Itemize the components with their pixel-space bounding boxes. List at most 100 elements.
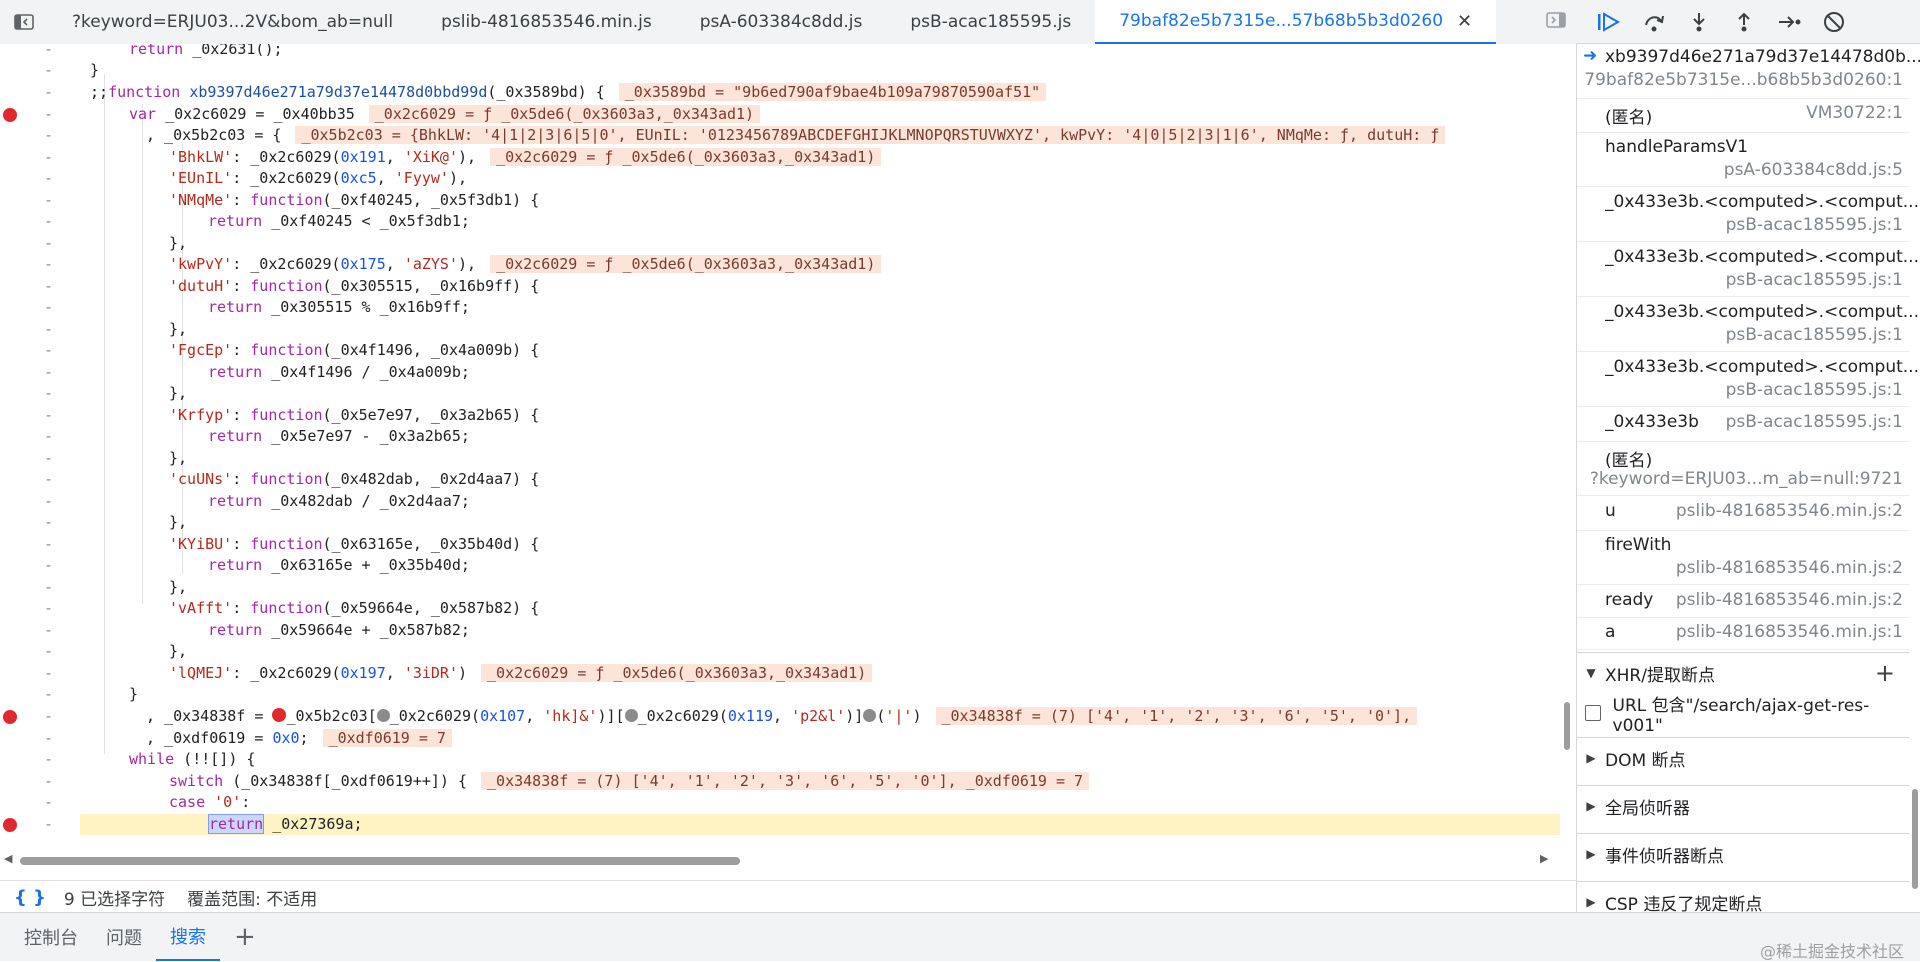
sidebar-toggle-icon[interactable] <box>0 0 48 44</box>
code-line[interactable]: - , _0x5b2c03 = {_0x5b2c03 = {BhkLW: '4|… <box>0 125 1560 146</box>
code-line[interactable]: - 'KYiBU': function(_0x63165e, _0x35b40d… <box>0 534 1560 555</box>
call-frame[interactable]: _0x433e3b.<computed>.<comput... psB-acac… <box>1577 244 1919 297</box>
section-xhr-breakpoints[interactable]: ▼ XHR/提取断点 + <box>1577 652 1909 693</box>
breakpoint-marker[interactable] <box>3 710 17 724</box>
call-frame[interactable]: (匿名) VM30722:1 <box>1577 100 1909 133</box>
step-out-icon[interactable] <box>1721 4 1766 40</box>
add-tab-button[interactable]: + <box>220 913 270 961</box>
current-execution-line[interactable]: return _0x27369a; <box>80 814 1560 835</box>
frame-location[interactable]: psA-603384c8dd.js:5 <box>1724 160 1903 180</box>
call-frame[interactable]: ➜ xb9397d46e271a79d37e14478d0b... 79baf8… <box>1577 44 1920 99</box>
scroll-left-icon[interactable]: ◀ <box>4 852 12 865</box>
code-line[interactable]: - ;;function xb9397d46e271a79d37e14478d0… <box>0 82 1560 103</box>
call-frame[interactable]: _0x433e3b psB-acac185595.js:1 <box>1577 409 1909 442</box>
editor-horizontal-scrollbar[interactable]: ◀ ▶ <box>0 852 1576 868</box>
code-line[interactable]: - 'cuUNs': function(_0x482dab, _0x2d4aa7… <box>0 469 1560 490</box>
code-line[interactable]: - return _0x305515 % _0x16b9ff; <box>0 297 1560 318</box>
step-over-icon[interactable] <box>1631 4 1676 40</box>
code-line[interactable]: - return _0xf40245 < _0x5f3db1; <box>0 211 1560 232</box>
tab-console[interactable]: 控制台 <box>10 913 92 961</box>
scrollbar-thumb[interactable] <box>1564 702 1570 750</box>
call-frame[interactable]: fireWith pslib-4816853546.min.js:2 <box>1577 532 1909 585</box>
code-line[interactable]: - 'EUnIL': _0x2c6029(0xc5, 'Fyyw'), <box>0 168 1560 189</box>
deactivate-breakpoints-icon[interactable] <box>1811 4 1856 40</box>
code-line[interactable]: - 'kwPvY': _0x2c6029(0x175, 'aZYS'), _0x2… <box>0 254 1560 275</box>
code-line[interactable]: - }, <box>0 233 1560 254</box>
frame-location[interactable]: psB-acac185595.js:1 <box>1726 325 1903 345</box>
scrollbar-thumb[interactable] <box>20 857 740 865</box>
call-frame[interactable]: ready pslib-4816853546.min.js:2 <box>1577 587 1909 618</box>
call-frame[interactable]: handleParamsV1 psA-603384c8dd.js:5 <box>1577 134 1909 187</box>
code-line[interactable]: - 'lQMEJ': _0x2c6029(0x197, '3iDR') _0x2c… <box>0 663 1560 684</box>
call-frame[interactable]: _0x433e3b.<computed>.<comput... psB-acac… <box>1577 299 1919 352</box>
code-line[interactable]: - 'NMqMe': function(_0xf40245, _0x5f3db1… <box>0 190 1560 211</box>
code-line[interactable]: - } <box>0 684 1560 705</box>
section-dom-breakpoints[interactable]: ▶ DOM 断点 <box>1577 737 1909 778</box>
code-line[interactable]: - , _0x34838f = _0x5b2c03[_0x2c6029(0x10… <box>0 706 1560 727</box>
step-into-icon[interactable] <box>1676 4 1721 40</box>
frame-location[interactable]: ?keyword=ERJU03...m_ab=null:9721 <box>1590 469 1903 489</box>
close-icon[interactable]: ✕ <box>1457 11 1472 32</box>
inline-breakpoint-marker[interactable] <box>272 708 287 722</box>
frame-location[interactable]: pslib-4816853546.min.js:2 <box>1676 501 1903 521</box>
call-frame[interactable]: a pslib-4816853546.min.js:1 <box>1577 619 1909 650</box>
code-line[interactable]: - while (!![]) { <box>0 749 1560 770</box>
tab-search[interactable]: 搜索 <box>156 913 220 961</box>
tab-current-script[interactable]: 79baf82e5b7315e...57b68b5b3d0260 ✕ <box>1095 0 1497 44</box>
code-line[interactable]: - return _0x63165e + _0x35b40d; <box>0 555 1560 576</box>
code-line[interactable]: - }, <box>0 319 1560 340</box>
step-icon[interactable] <box>1766 4 1811 40</box>
call-frame[interactable]: (匿名) ?keyword=ERJU03...m_ab=null:9721 <box>1577 443 1909 496</box>
frame-location[interactable]: psB-acac185595.js:1 <box>1726 412 1903 432</box>
code-line[interactable]: - 'Krfyp': function(_0x5e7e97, _0x3a2b65… <box>0 405 1560 426</box>
code-line[interactable]: - return _0x5e7e97 - _0x3a2b65; <box>0 426 1560 447</box>
code-line[interactable]: - return _0x4f1496 / _0x4a009b; <box>0 362 1560 383</box>
frame-location[interactable]: pslib-4816853546.min.js:2 <box>1676 590 1903 610</box>
code-line[interactable]: - case '0': <box>0 792 1560 813</box>
tab-pslib[interactable]: pslib-4816853546.min.js <box>417 0 676 44</box>
code-line[interactable]: - }, <box>0 641 1560 662</box>
breakpoint-marker[interactable] <box>3 108 17 122</box>
scroll-right-icon[interactable]: ▶ <box>1540 852 1548 865</box>
inline-breakpoint-marker[interactable] <box>624 709 638 722</box>
code-line[interactable]: - 'vAfft': function(_0x59664e, _0x587b82… <box>0 598 1560 619</box>
tab-psb[interactable]: psB-acac185595.js <box>886 0 1095 44</box>
scrollbar-thumb[interactable] <box>1912 789 1918 889</box>
code-line[interactable]: - return _0x59664e + _0x587b82; <box>0 620 1560 641</box>
call-frame[interactable]: u pslib-4816853546.min.js:2 <box>1577 498 1909 531</box>
xhr-rule-checkbox[interactable] <box>1585 705 1601 721</box>
code-line[interactable]: - }, <box>0 512 1560 533</box>
code-line[interactable]: - 'FgcEp': function(_0x4f1496, _0x4a009b… <box>0 340 1560 361</box>
add-xhr-breakpoint-icon[interactable]: + <box>1875 659 1895 687</box>
call-frame[interactable]: _0x433e3b.<computed>.<comput... psB-acac… <box>1577 189 1919 242</box>
section-event-listener-breakpoints[interactable]: ▶ 事件侦听器断点 <box>1577 833 1909 874</box>
tab-psa[interactable]: psA-603384c8dd.js <box>676 0 887 44</box>
section-global-listeners[interactable]: ▶ 全局侦听器 <box>1577 785 1909 826</box>
frame-location[interactable]: 79baf82e5b7315e...b68b5b3d0260:1 <box>1584 70 1903 90</box>
frame-location[interactable]: VM30722:1 <box>1806 103 1903 123</box>
pretty-print-icon[interactable]: { } <box>14 887 46 908</box>
section-csp-breakpoints[interactable]: ▶ CSP 违反了规定断点 <box>1577 881 1909 912</box>
panel-toggle-icon[interactable] <box>1536 12 1576 32</box>
call-frame[interactable]: _0x433e3b.<computed>.<comput... psB-acac… <box>1577 354 1919 407</box>
resume-icon[interactable] <box>1586 4 1631 40</box>
xhr-breakpoint-rule[interactable]: URL 包含"/search/ajax-get-res-v001" <box>1577 693 1909 736</box>
frame-location[interactable]: psB-acac185595.js:1 <box>1726 270 1903 290</box>
frame-location[interactable]: psB-acac185595.js:1 <box>1726 215 1903 235</box>
source-editor[interactable]: - return _0x2631(); - } - ;;function xb9… <box>0 44 1576 860</box>
sidebar-scrollbar[interactable] <box>1909 44 1920 912</box>
code-line[interactable]: - }, <box>0 448 1560 469</box>
editor-vertical-scrollbar[interactable] <box>1562 52 1574 852</box>
code-line[interactable]: - return _0x482dab / _0x2d4aa7; <box>0 491 1560 512</box>
code-line[interactable]: - 'BhkLW': _0x2c6029(0x191, 'XiK@'), _0x2… <box>0 147 1560 168</box>
frame-location[interactable]: psB-acac185595.js:1 <box>1726 380 1903 400</box>
code-line[interactable]: - var _0x2c6029 = _0x40bb35 _0x2c6029 = ƒ… <box>0 104 1560 125</box>
inline-breakpoint-marker[interactable] <box>863 709 877 722</box>
code-line[interactable]: - return _0x2631(); <box>0 44 1560 60</box>
code-line[interactable]: - 'dutuH': function(_0x305515, _0x16b9ff… <box>0 276 1560 297</box>
tab-keyword-page[interactable]: ?keyword=ERJU03...2V&bom_ab=null <box>48 0 417 44</box>
frame-location[interactable]: pslib-4816853546.min.js:1 <box>1676 622 1903 642</box>
code-line[interactable]: - } <box>0 60 1560 81</box>
frame-location[interactable]: pslib-4816853546.min.js:2 <box>1676 558 1903 578</box>
breakpoint-marker[interactable] <box>3 818 17 832</box>
